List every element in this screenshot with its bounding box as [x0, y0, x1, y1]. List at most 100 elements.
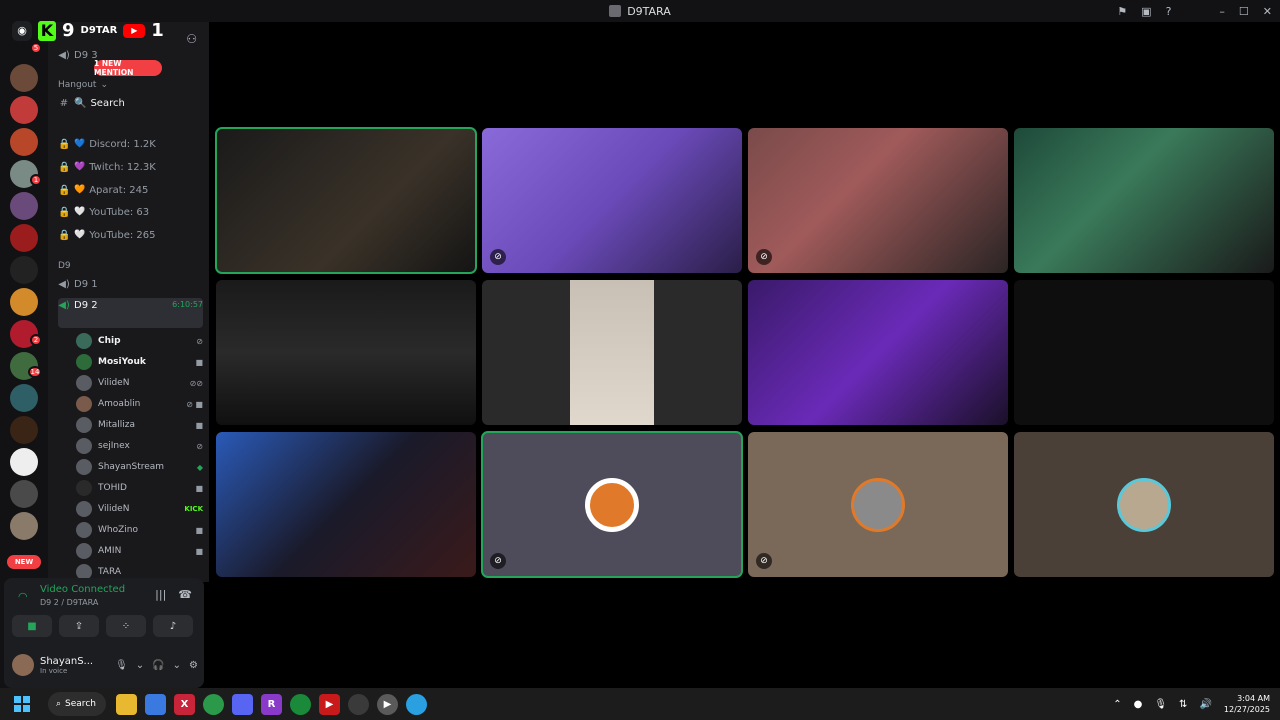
server-icon[interactable]	[10, 192, 38, 220]
legends-server-icon[interactable]	[10, 256, 38, 284]
lock-icon: 🔒	[58, 138, 71, 150]
maximize-icon[interactable]: ☐	[1239, 5, 1249, 18]
user-name: Mitalliza	[98, 420, 136, 430]
user-panel[interactable]: ShayanS... In voice 🎙 ⌄ 🎧 ⌄ ⚙	[12, 650, 198, 680]
discord-icon[interactable]: ◉	[12, 20, 32, 41]
user-avatar	[1117, 477, 1171, 532]
server-icon[interactable]	[10, 224, 38, 252]
voice-user[interactable]: TOHID ■	[76, 479, 203, 497]
category-hangout[interactable]: Hangout ⌄	[58, 76, 203, 94]
chevron-up-icon[interactable]: ⌃	[1113, 699, 1121, 710]
video-tile[interactable]	[748, 280, 1008, 425]
microphone-icon[interactable]: 🎙	[115, 660, 128, 671]
new-badge[interactable]: NEW	[7, 555, 41, 569]
audio-tile[interactable]: ⊘	[748, 432, 1008, 577]
video-tile[interactable]	[482, 280, 742, 425]
category-d9[interactable]: D9	[58, 257, 203, 275]
video-tile[interactable]	[216, 280, 476, 425]
discord-icon[interactable]	[232, 693, 253, 715]
video-tile[interactable]	[216, 432, 476, 577]
voice-user[interactable]: sejInex ⊘	[76, 437, 203, 455]
server-icon[interactable]	[10, 96, 38, 124]
chevron-down-icon[interactable]: ⌄	[173, 660, 181, 671]
xbox-icon[interactable]	[290, 693, 311, 715]
video-tile[interactable]: ⊘	[482, 128, 742, 273]
voice-channel-d92[interactable]: ◀) D9 2 6:10:57	[58, 298, 203, 328]
obs-icon[interactable]	[348, 693, 369, 715]
video-tile[interactable]	[1014, 128, 1274, 273]
camera-icon: ■	[195, 483, 203, 493]
locked-channel[interactable]: 🔒 💜 Twitch: 12.3K	[58, 158, 203, 176]
server-icon[interactable]	[10, 128, 38, 156]
server-icon[interactable]	[10, 64, 38, 92]
server-icon[interactable]	[10, 288, 38, 316]
activities-button[interactable]: ⁘	[106, 615, 146, 637]
user-name: AMIN	[98, 546, 122, 556]
microphone-icon[interactable]: 🎙	[1154, 699, 1167, 710]
locked-channel[interactable]: 🔒 🤍 YouTube: 265	[58, 226, 203, 244]
voice-user[interactable]: Amoablin ⊘ ■	[76, 395, 203, 413]
server-icon[interactable]	[10, 512, 38, 540]
minimize-icon[interactable]: –	[1219, 5, 1225, 18]
voice-channel-d91[interactable]: ◀) D9 1	[58, 275, 203, 293]
audio-tile[interactable]: ⊘	[481, 431, 743, 578]
voice-user[interactable]: WhoZino ■	[76, 521, 203, 539]
signal-icon[interactable]: ◠	[18, 590, 28, 603]
server-icon[interactable]	[10, 416, 38, 444]
media-player-icon[interactable]: ▶	[377, 693, 398, 715]
tray-app-icon[interactable]: ●	[1134, 699, 1143, 710]
server-icon[interactable]	[10, 448, 38, 476]
video-tile[interactable]	[1014, 280, 1274, 425]
channel-search[interactable]: # 🔍 Search	[58, 94, 203, 112]
locked-channel[interactable]: 🔒 💙 Discord: 1.2K	[58, 135, 203, 153]
taskbar-search[interactable]: ⌕ Search	[48, 692, 106, 716]
voice-user[interactable]: Chip ⊘	[76, 332, 203, 350]
server-icon[interactable]	[10, 480, 38, 508]
help-icon[interactable]: ?	[1166, 5, 1172, 18]
camera-icon: ■	[195, 525, 203, 535]
network-icon[interactable]: ⇅	[1179, 699, 1187, 710]
video-tile[interactable]: ⊘	[748, 128, 1008, 273]
x-icon[interactable]: X	[174, 693, 195, 715]
hash-icon: #	[59, 97, 69, 109]
disconnect-icon[interactable]: ☎	[178, 588, 192, 601]
camera-icon: ■	[195, 357, 203, 367]
server-icon[interactable]	[10, 384, 38, 412]
channel-sidebar: ⚇ ◀) D9 3 1 NEW MENTION Hangout ⌄ # 🔍 Se…	[48, 22, 209, 582]
voice-user[interactable]: VilideN KICK	[76, 500, 203, 518]
chevron-down-icon[interactable]: ⌄	[136, 660, 144, 671]
taskbar-clock[interactable]: 3:04 AM 12/27/2025	[1224, 693, 1270, 715]
add-member-icon[interactable]: ⚇	[186, 32, 197, 46]
locked-channel[interactable]: 🔒 🧡 Aparat: 245	[58, 181, 203, 199]
settings-gear-icon[interactable]: ⚙	[189, 660, 198, 671]
voice-user[interactable]: ShayanStream ◆	[76, 458, 203, 476]
locked-channel[interactable]: 🔒 🤍 YouTube: 63	[58, 203, 203, 221]
close-icon[interactable]: ✕	[1263, 5, 1272, 18]
overlay-name: D9TAR	[80, 25, 118, 36]
file-explorer-icon[interactable]	[116, 693, 137, 715]
popout-icon[interactable]: ▣	[1141, 5, 1151, 18]
telegram-icon[interactable]	[406, 693, 427, 715]
store-icon[interactable]	[145, 693, 166, 715]
voice-user[interactable]: AMIN ■	[76, 542, 203, 560]
noise-suppression-icon[interactable]: |||	[155, 588, 166, 601]
camera-button[interactable]: ■	[12, 615, 52, 637]
start-button[interactable]	[14, 696, 30, 712]
screen-share-button[interactable]: ⇪	[59, 615, 99, 637]
video-tile[interactable]	[215, 127, 477, 274]
voice-user[interactable]: MosiYouk ■	[76, 353, 203, 371]
new-mention-pill[interactable]: 1 NEW MENTION	[94, 59, 162, 77]
headphones-icon[interactable]: 🎧	[152, 660, 164, 671]
r-app-icon[interactable]: R	[261, 693, 282, 715]
voice-location[interactable]: D9 2 / D9TARA	[40, 598, 98, 607]
audio-tile[interactable]	[1014, 432, 1274, 577]
voice-user[interactable]: Mitalliza ■	[76, 416, 203, 434]
chrome-icon[interactable]	[203, 693, 224, 715]
voice-user[interactable]: VilideN ⊘⊘	[76, 374, 203, 392]
youtube-icon[interactable]: ▶	[319, 693, 340, 715]
volume-icon[interactable]: 🔊	[1199, 699, 1211, 710]
inbox-icon[interactable]: ⚑	[1117, 5, 1127, 18]
search-icon: ⌕	[56, 699, 62, 709]
soundboard-button[interactable]: ♪	[153, 615, 193, 637]
speaker-icon: ◀)	[58, 300, 70, 311]
